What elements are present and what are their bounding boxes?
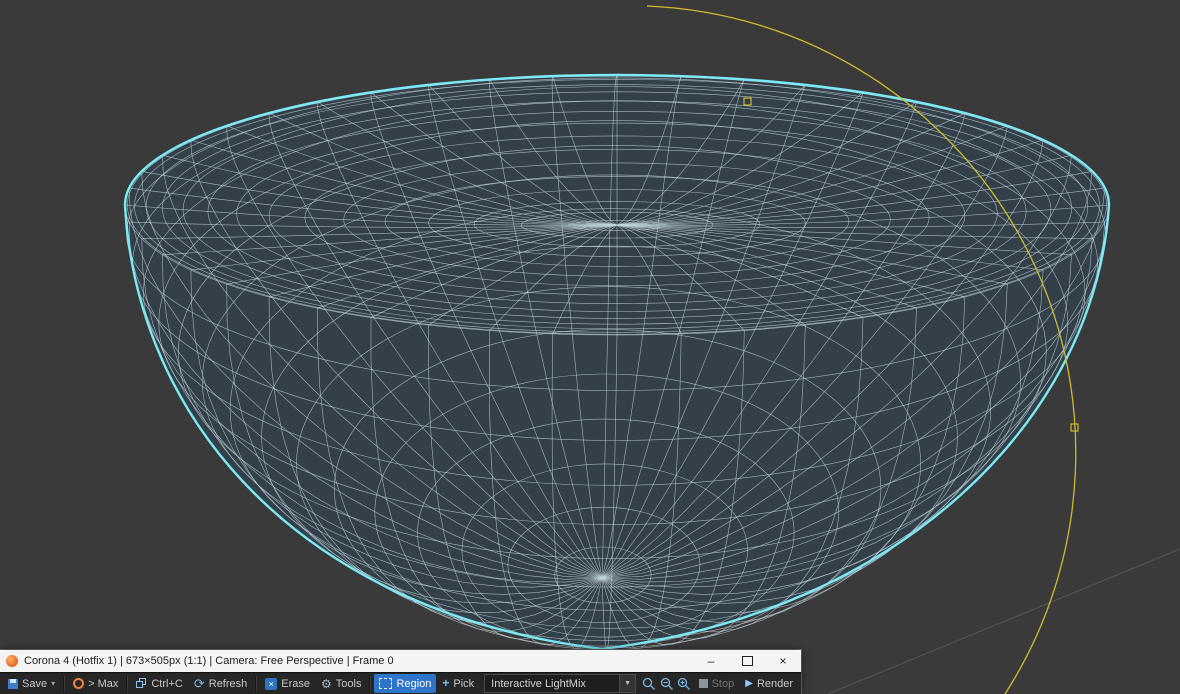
- window-controls: – ×: [693, 650, 801, 672]
- vfb-toolbar: Save ▾ > Max Ctrl+C ⟳ Refresh × Erase ⚙ …: [0, 672, 801, 694]
- lightmix-dropdown[interactable]: Interactive LightMix ▼: [484, 674, 637, 693]
- refresh-button[interactable]: ⟳ Refresh: [189, 674, 252, 693]
- erase-icon: ×: [265, 677, 278, 690]
- copy-button[interactable]: Ctrl+C: [131, 674, 187, 693]
- viewport-canvas[interactable]: [0, 0, 1180, 694]
- refresh-label: Refresh: [208, 677, 248, 690]
- grid-line: [827, 548, 1180, 694]
- zoom-out-button[interactable]: [659, 674, 675, 693]
- tools-button[interactable]: ⚙ Tools: [316, 674, 366, 693]
- pick-button[interactable]: + Pick: [437, 674, 479, 693]
- tools-label: Tools: [335, 677, 362, 690]
- region-label: Region: [396, 677, 432, 690]
- render-label: Render: [756, 677, 794, 690]
- maximize-icon: [741, 656, 753, 666]
- region-toggle-button[interactable]: Region: [374, 674, 437, 693]
- refresh-icon: ⟳: [193, 676, 205, 691]
- 3dsmax-viewport-screen: Corona 4 (Hotfix 1) | 673×505px (1:1) | …: [0, 0, 1180, 694]
- save-button[interactable]: Save ▾: [3, 674, 60, 693]
- zoom-out-icon: [660, 677, 673, 690]
- toolbar-separator: [63, 676, 66, 691]
- stop-button[interactable]: Stop: [694, 674, 740, 693]
- erase-button[interactable]: × Erase: [260, 674, 315, 693]
- render-play-icon: ▶: [745, 678, 753, 689]
- save-icon: [8, 678, 18, 689]
- corona-app-icon: [6, 655, 18, 667]
- save-dropdown-icon: ▾: [51, 679, 56, 688]
- stop-icon: [698, 679, 708, 688]
- zoom-fit-button[interactable]: [641, 674, 657, 693]
- close-button[interactable]: ×: [765, 650, 801, 672]
- copy-to-max-button[interactable]: > Max: [68, 674, 123, 693]
- zoom-in-button[interactable]: [676, 674, 692, 693]
- copy-to-max-label: > Max: [88, 677, 119, 690]
- maximize-button[interactable]: [729, 650, 765, 672]
- vfb-titlebar[interactable]: Corona 4 (Hotfix 1) | 673×505px (1:1) | …: [0, 650, 801, 672]
- region-icon: [379, 678, 393, 689]
- zoom-fit-icon: [643, 677, 656, 690]
- vfb-window-title: Corona 4 (Hotfix 1) | 673×505px (1:1) | …: [24, 655, 394, 667]
- toolbar-separator: [369, 676, 372, 691]
- render-button[interactable]: ▶ Render: [740, 674, 798, 693]
- pick-icon: +: [442, 676, 450, 690]
- minimize-button[interactable]: –: [693, 650, 729, 672]
- erase-label: Erase: [281, 677, 311, 690]
- toolbar-separator: [255, 676, 258, 691]
- corona-logo-icon: [73, 678, 85, 689]
- stop-label: Stop: [711, 677, 735, 690]
- corona-vfb-window: Corona 4 (Hotfix 1) | 673×505px (1:1) | …: [0, 650, 801, 694]
- pick-label: Pick: [453, 677, 475, 690]
- save-label: Save: [22, 677, 48, 690]
- lightmix-value: Interactive LightMix: [491, 677, 586, 690]
- lightmix-dropdown-arrow-icon: ▼: [619, 675, 636, 692]
- toolbar-separator: [126, 676, 129, 691]
- gear-icon: ⚙: [321, 676, 332, 691]
- copy-label: Ctrl+C: [151, 677, 183, 690]
- copy-icon: [136, 678, 147, 689]
- zoom-in-icon: [678, 677, 691, 690]
